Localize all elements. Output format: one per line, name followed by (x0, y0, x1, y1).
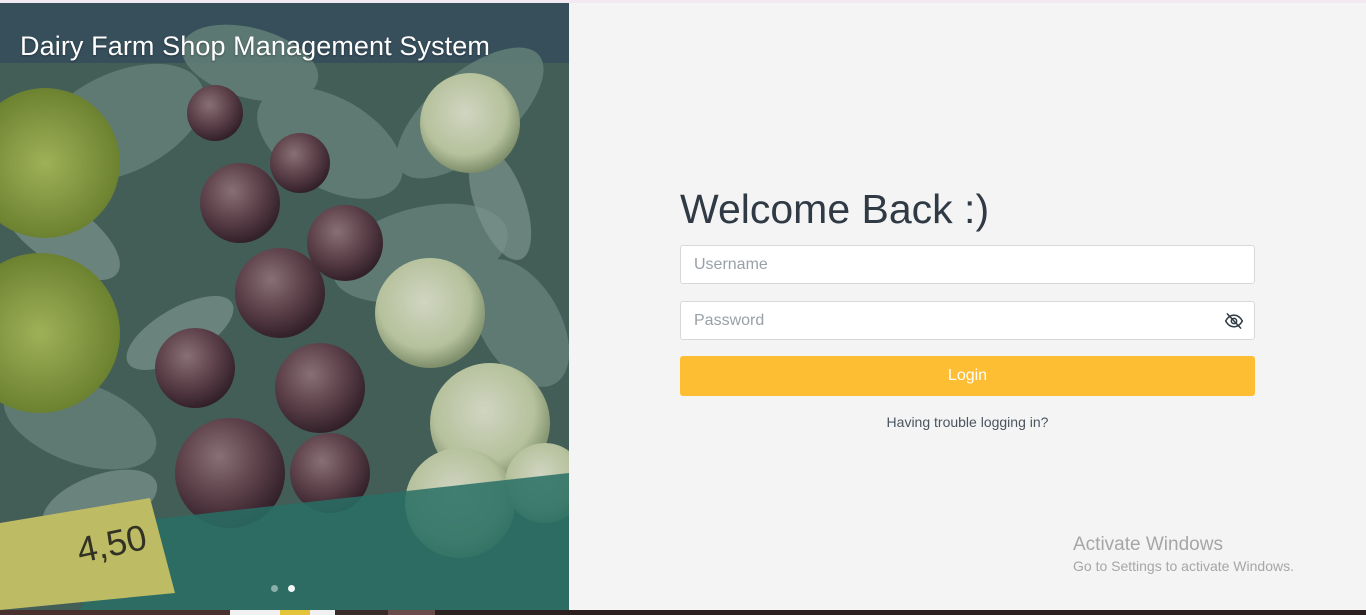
watermark-subtitle: Go to Settings to activate Windows. (1073, 558, 1294, 574)
username-field-wrapper (680, 245, 1255, 284)
app-title: Dairy Farm Shop Management System (20, 31, 490, 61)
activate-windows-watermark: Activate Windows Go to Settings to activ… (1073, 533, 1294, 575)
login-button[interactable]: Login (680, 356, 1255, 396)
username-input[interactable] (681, 246, 1254, 283)
carousel-dot-1[interactable] (271, 585, 278, 592)
watermark-title: Activate Windows (1073, 534, 1223, 555)
login-form: Welcome Back :) Login Having trouble log… (680, 185, 1255, 430)
taskbar-strip (0, 610, 1366, 615)
hero-image-panel: 4,50 Dairy Farm Shop Management System (0, 3, 569, 610)
trouble-logging-in-link[interactable]: Having trouble logging in? (680, 414, 1255, 430)
carousel-dot-2[interactable] (288, 585, 295, 592)
eye-off-icon[interactable] (1224, 311, 1244, 331)
password-field-wrapper (680, 301, 1255, 340)
login-page: 4,50 Dairy Farm Shop Management System W… (0, 0, 1366, 615)
welcome-heading: Welcome Back :) (680, 186, 990, 232)
password-input[interactable] (681, 302, 1254, 339)
carousel-indicators (271, 585, 295, 592)
vegetable-market-photo: 4,50 (0, 3, 569, 610)
